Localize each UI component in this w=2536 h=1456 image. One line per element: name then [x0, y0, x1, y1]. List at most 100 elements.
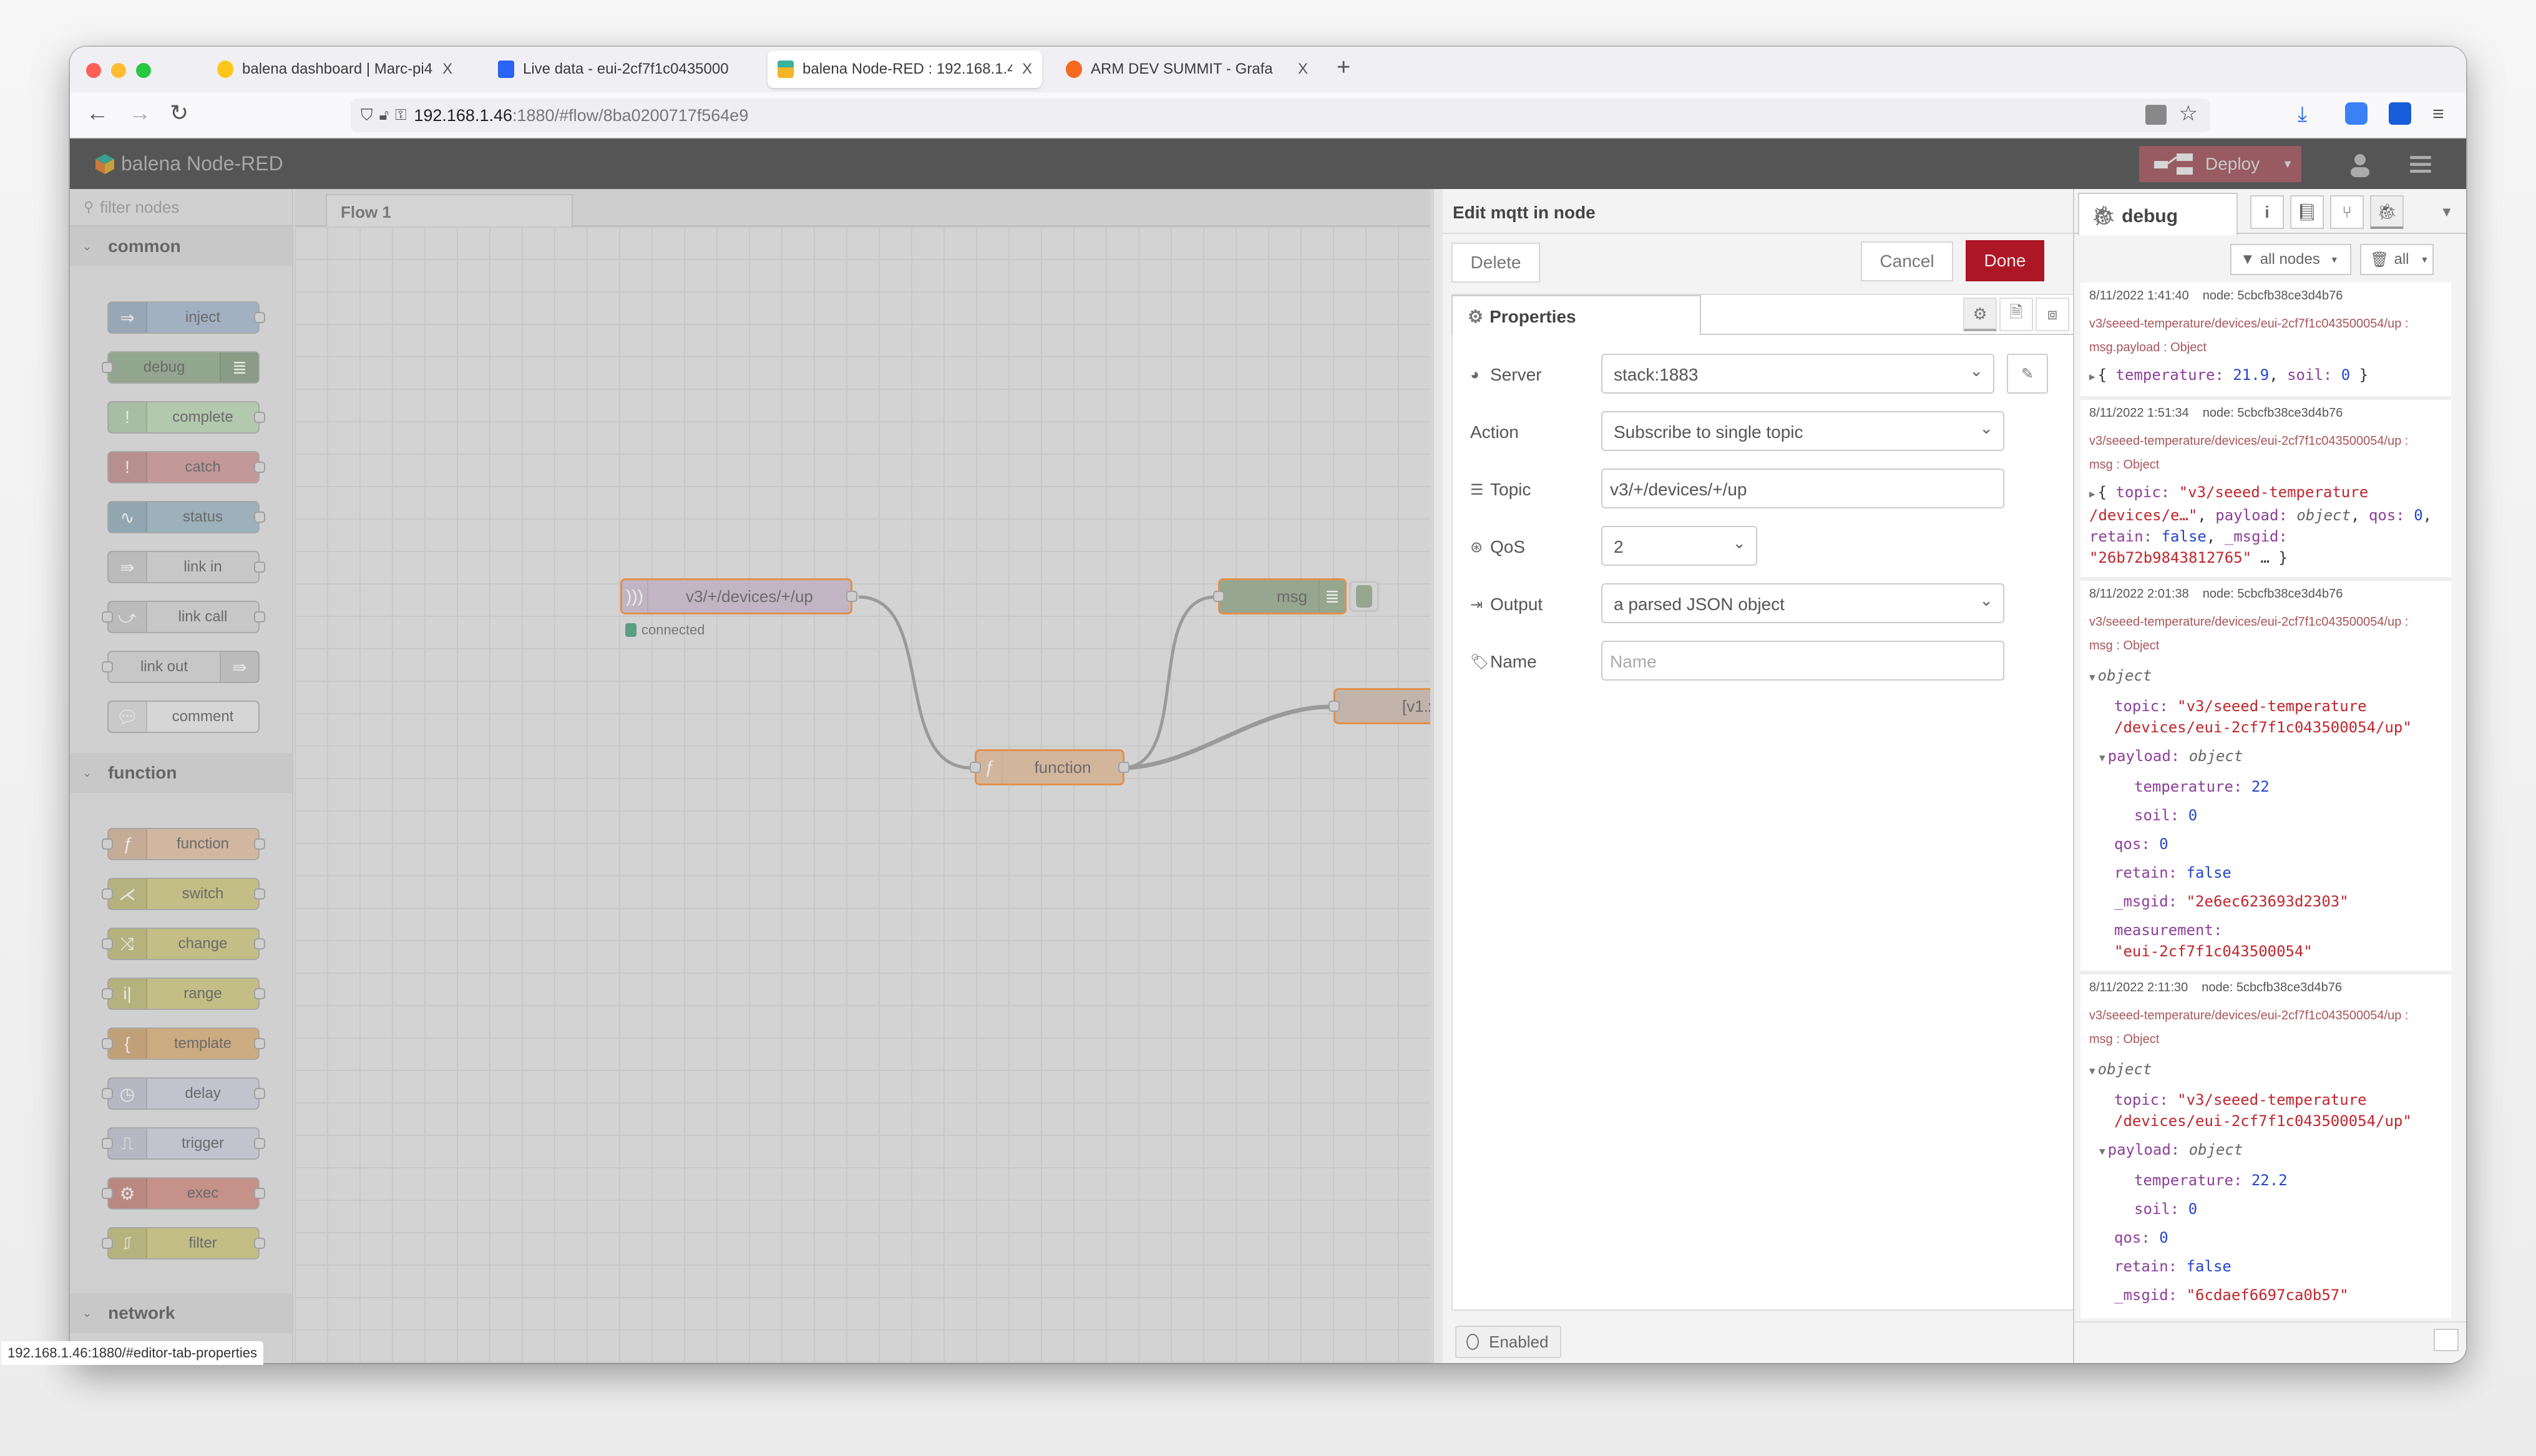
expand-caret-icon[interactable]: ▶ — [2089, 488, 2095, 500]
input-port[interactable] — [1329, 701, 1340, 712]
palette-node-range[interactable]: i| range — [102, 978, 265, 1010]
palette-node-function[interactable]: ƒ function — [102, 828, 265, 860]
node-properties-gear-icon[interactable]: ⚙ — [1963, 298, 1997, 331]
git-branch-icon[interactable]: ⑂ — [2330, 195, 2364, 229]
palette-node-inject[interactable]: ⇒ inject — [107, 301, 265, 334]
palette-category-function[interactable]: ⌄ function — [70, 753, 292, 793]
message-value[interactable]: ▶{ topic: "v3/seeed-temperature /devices… — [2089, 482, 2442, 568]
palette-node-link-call[interactable]: ⤻ link call — [102, 601, 265, 633]
flow-node-debug-msg[interactable]: msg ≣ — [1213, 578, 1347, 614]
address-bar[interactable]: ⛉ 🔓︎ ⚿ 192.168.1.46:1880/#flow/8ba020071… — [351, 99, 2210, 132]
close-window-button[interactable] — [86, 63, 101, 78]
edit-server-pencil-icon[interactable]: ✎ — [2007, 354, 2048, 394]
back-button[interactable]: ← — [86, 100, 109, 126]
palette-node-exec[interactable]: ⚙ exec — [102, 1177, 265, 1210]
flow-node-mqtt-in[interactable]: ))) v3/+/devices/+/up — [620, 578, 857, 614]
expand-caret-icon[interactable]: ▶ — [2089, 371, 2095, 382]
collapse-caret-icon[interactable]: ▼ — [2099, 1145, 2105, 1157]
message-value[interactable]: ▼ object topic: "v3/seeed-temperature/dev… — [2089, 1059, 2442, 1318]
message-node-link[interactable]: node: 5cbcfb38ce3d4b76 — [2203, 587, 2343, 601]
palette-node-change[interactable]: ⤨ change — [102, 928, 265, 960]
bitwarden-icon[interactable] — [2389, 102, 2411, 125]
clear-debug-dropdown[interactable]: 🗑︎ all ▼ — [2360, 244, 2434, 275]
message-value[interactable]: ▼ object topic: "v3/seeed-temperature/dev… — [2089, 665, 2442, 962]
minimize-window-button[interactable] — [111, 63, 126, 78]
palette-node-catch[interactable]: ! catch — [107, 451, 265, 483]
output-port[interactable] — [846, 591, 857, 602]
node-appearance-icon[interactable]: ⧈ — [2036, 298, 2069, 331]
main-menu-icon[interactable] — [2410, 156, 2431, 173]
palette-node-delay[interactable]: ◷ delay — [102, 1077, 265, 1110]
bookmark-star-icon[interactable]: ☆ — [2179, 101, 2198, 126]
palette-node-comment[interactable]: 💬︎ comment — [107, 701, 260, 733]
input-port[interactable] — [1213, 591, 1224, 602]
palette-node-status[interactable]: ∿ status — [107, 501, 265, 533]
deploy-menu-caret-icon[interactable]: ▼ — [2282, 158, 2293, 171]
palette-node-switch[interactable]: ⋌ switch — [102, 878, 265, 910]
qos-select[interactable]: 2 — [1601, 526, 1757, 566]
palette-node-debug[interactable]: ≣ debug — [102, 351, 260, 384]
collapse-caret-icon[interactable]: ▼ — [2099, 752, 2105, 764]
app-menu-icon[interactable]: ≡ — [2432, 102, 2455, 125]
palette-node-link-out[interactable]: ⇛ link out — [102, 651, 260, 683]
forward-button[interactable]: → — [129, 100, 151, 126]
palette-node-filter[interactable]: ⎎ filter — [102, 1227, 265, 1259]
cancel-button[interactable]: Cancel — [1861, 241, 1953, 281]
output-select[interactable]: a parsed JSON object — [1601, 583, 2004, 623]
printer-icon[interactable] — [2145, 105, 2167, 125]
browser-tab-grafana[interactable]: ARM DEV SUMMIT - Grafana X — [1056, 51, 1318, 88]
palette-node-complete[interactable]: ! complete — [107, 401, 265, 434]
debug-message-list[interactable]: 8/11/2022 1:41:40 node: 5cbcfb38ce3d4b76 … — [2080, 283, 2451, 1318]
close-tab-icon[interactable]: X — [1022, 61, 1032, 78]
tab-flow-1[interactable]: Flow 1 — [326, 194, 573, 228]
browser-tab-balena-dashboard[interactable]: balena dashboard | Marc-pi4 X — [207, 51, 469, 88]
close-tab-icon[interactable]: X — [442, 61, 452, 78]
wire-function-to-debug[interactable] — [1121, 595, 1216, 770]
action-select[interactable]: Subscribe to single topic — [1601, 411, 2004, 451]
popout-monitor-icon[interactable] — [2434, 1329, 2459, 1351]
user-icon[interactable] — [2348, 152, 2373, 177]
node-description-icon[interactable]: 🗎︎ — [1999, 298, 2033, 331]
palette-filter-input[interactable]: ⚲ filter nodes — [70, 189, 292, 226]
collapse-caret-icon[interactable]: ▼ — [2089, 671, 2095, 683]
server-select[interactable]: stack:1883 — [1601, 354, 1994, 394]
message-node-link[interactable]: node: 5cbcfb38ce3d4b76 — [2203, 289, 2343, 303]
collapse-caret-icon[interactable]: ▼ — [2089, 1065, 2095, 1077]
flow-canvas[interactable]: ))) v3/+/devices/+/up connected msg ≣ ƒ … — [295, 226, 1430, 1363]
browser-tab-node-red[interactable]: balena Node-RED : 192.168.1.46 X — [768, 51, 1042, 88]
palette-category-network[interactable]: ⌄ network — [70, 1293, 292, 1333]
debug-toggle-button[interactable] — [1349, 581, 1379, 612]
message-node-link[interactable]: node: 5cbcfb38ce3d4b76 — [2202, 981, 2342, 994]
zoom-app-icon[interactable] — [2345, 102, 2368, 125]
debug-bug-icon[interactable]: 🐞︎ — [2370, 195, 2404, 229]
downloads-icon[interactable]: ⤓ — [2298, 102, 2320, 126]
input-port[interactable] — [970, 762, 981, 773]
zoom-window-button[interactable] — [136, 63, 151, 78]
palette-category-common[interactable]: ⌄ common — [70, 226, 292, 266]
enabled-toggle[interactable]: Enabled — [1455, 1326, 1561, 1358]
palette-node-template[interactable]: {template — [102, 1027, 265, 1060]
flow-node-influxdb[interactable]: [v1.x] — [1329, 688, 1430, 724]
message-node-link[interactable]: node: 5cbcfb38ce3d4b76 — [2203, 406, 2343, 420]
help-book-icon[interactable]: 📘︎ — [2290, 195, 2324, 229]
tab-properties[interactable]: ⚙ Properties — [1451, 295, 1701, 335]
name-input[interactable]: Name — [1601, 641, 2004, 681]
sidebar-tab-debug[interactable]: 🐞︎ debug — [2078, 193, 2238, 235]
close-tab-icon[interactable]: X — [1298, 61, 1308, 78]
reload-button[interactable]: ↻ — [170, 100, 188, 126]
wire-function-to-influx[interactable] — [1121, 704, 1331, 770]
done-button[interactable]: Done — [1966, 240, 2044, 281]
palette-node-link-in[interactable]: ⇛ link in — [107, 551, 265, 583]
wire-mqtt-to-function[interactable] — [858, 595, 972, 770]
delete-button[interactable]: Delete — [1451, 243, 1540, 283]
filter-nodes-dropdown[interactable]: ▼ all nodes ▼ — [2230, 244, 2351, 275]
palette-node-trigger[interactable]: ⎍ trigger — [102, 1127, 265, 1160]
deploy-button[interactable]: Deploy ▼ — [2139, 146, 2301, 182]
flow-node-function[interactable]: ƒ function — [970, 749, 1129, 785]
info-icon[interactable]: i — [2250, 195, 2284, 229]
output-port[interactable] — [1118, 762, 1129, 773]
sidebar-more-caret-icon[interactable]: ▼ — [2440, 204, 2454, 220]
new-tab-button[interactable]: + — [1337, 54, 1350, 81]
message-value[interactable]: ▶{ temperature: 21.9, soil: 0 } — [2089, 364, 2442, 387]
topic-input[interactable]: v3/+/devices/+/up — [1601, 468, 2004, 508]
